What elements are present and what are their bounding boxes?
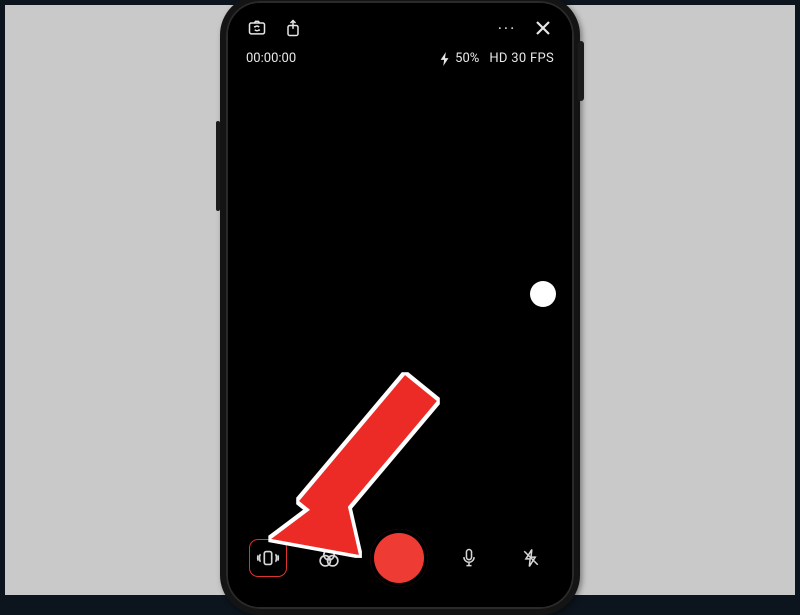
flash-off-icon[interactable] — [511, 538, 551, 578]
share-icon[interactable] — [282, 17, 304, 39]
focus-point[interactable] — [530, 281, 556, 307]
camera-screen: ··· 00:00:00 50% HD 30 FPS — [228, 3, 572, 607]
tutorial-canvas: ··· 00:00:00 50% HD 30 FPS — [0, 0, 800, 600]
flash-level-value: 50% — [455, 51, 479, 66]
record-button[interactable] — [370, 529, 428, 587]
camera-flip-icon[interactable] — [246, 17, 268, 39]
recording-timer: 00:00:00 — [246, 51, 296, 66]
bottom-controls — [228, 523, 572, 593]
phone-frame: ··· 00:00:00 50% HD 30 FPS — [220, 0, 580, 615]
flash-level[interactable]: 50% — [439, 51, 479, 66]
filters-icon[interactable] — [309, 538, 349, 578]
resolution-label[interactable]: HD 30 FPS — [489, 51, 554, 66]
mic-icon[interactable] — [449, 538, 489, 578]
info-row: 00:00:00 50% HD 30 FPS — [228, 51, 572, 66]
top-icon-row: ··· — [228, 17, 572, 39]
stabilize-icon[interactable] — [249, 539, 287, 577]
close-icon[interactable] — [532, 17, 554, 39]
more-icon[interactable]: ··· — [496, 17, 518, 39]
